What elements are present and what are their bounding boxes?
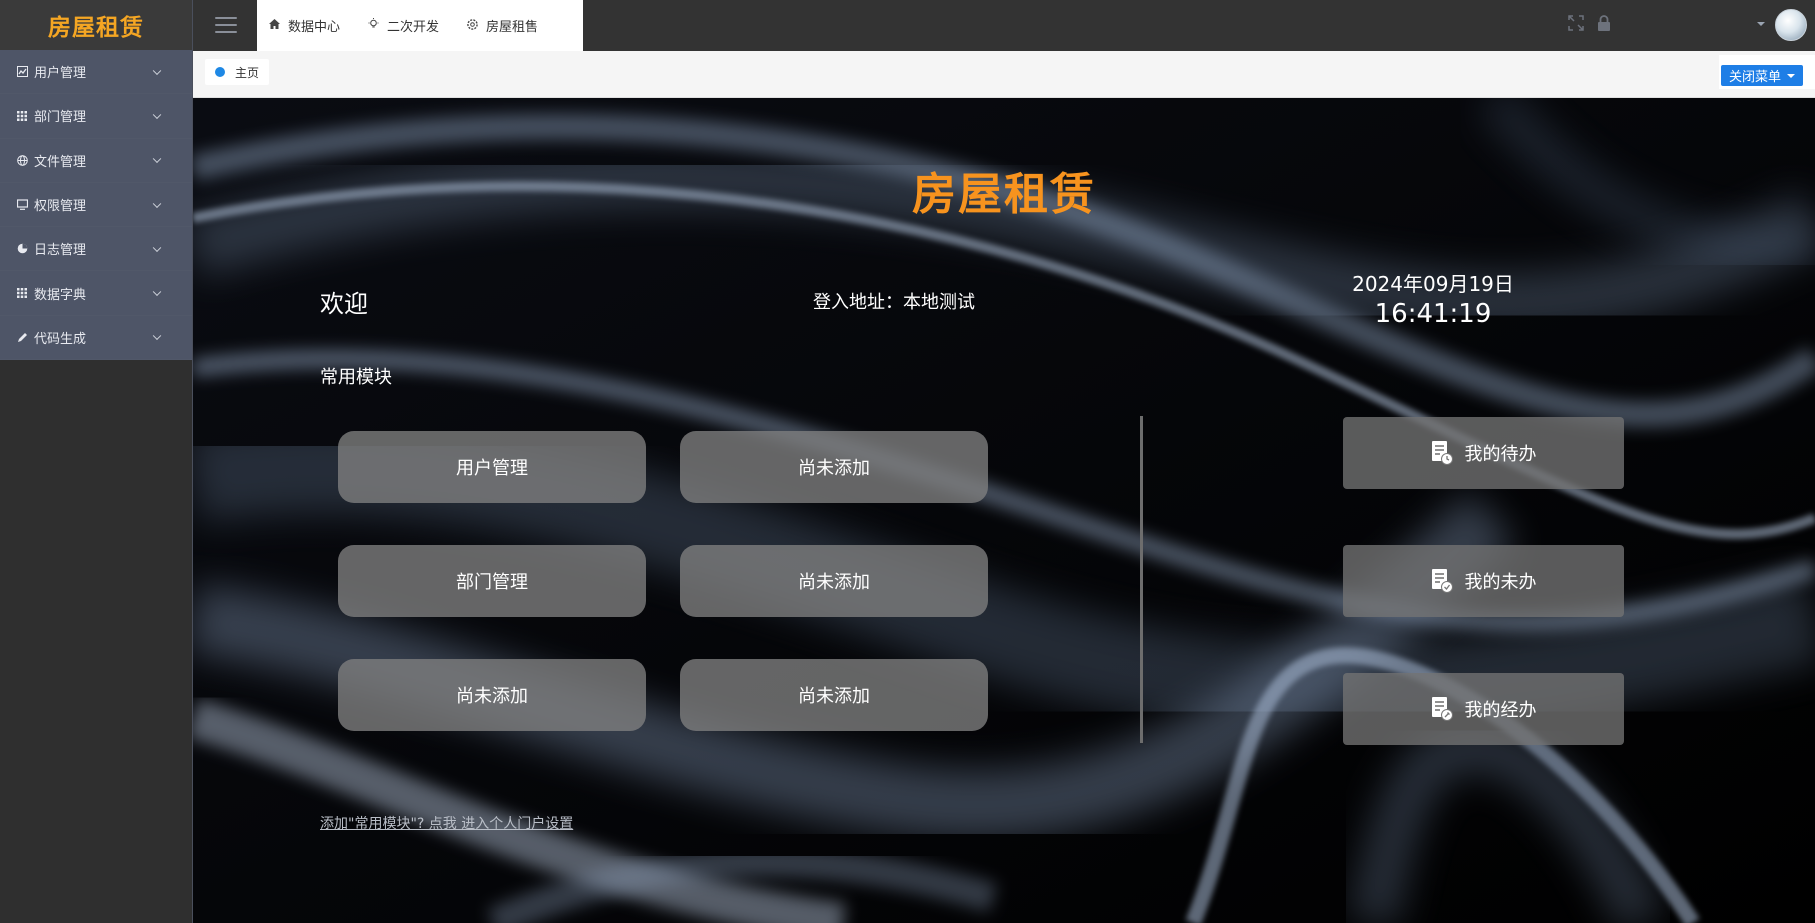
menu-toggle-icon[interactable] xyxy=(215,17,237,33)
sidebar-item-label: 部门管理 xyxy=(34,110,87,126)
pending-document-icon xyxy=(1431,568,1453,594)
close-menu-button[interactable]: 关闭菜单 xyxy=(1720,65,1803,86)
sidebar: 房屋租赁 用户管理 部门管理 文件管理 权限管理 日志管理 数据字典 代码生成 xyxy=(0,0,193,923)
module-button[interactable]: 用户管理 xyxy=(338,431,646,503)
close-menu-container: 关闭菜单 xyxy=(1719,55,1815,89)
sidebar-item-file-management[interactable]: 文件管理 xyxy=(0,139,192,183)
sidebar-menu: 用户管理 部门管理 文件管理 权限管理 日志管理 数据字典 代码生成 xyxy=(0,50,192,361)
breadcrumb-home-tab[interactable]: 主页 xyxy=(205,59,270,85)
top-bar: 数据中心 二次开发 房屋租售 xyxy=(193,0,1815,51)
chevron-down-icon xyxy=(152,199,162,208)
breadcrumb-bar: 主页 关闭菜单 xyxy=(193,51,1815,98)
pencil-icon xyxy=(16,331,28,343)
sidebar-item-log-management[interactable]: 日志管理 xyxy=(0,227,192,271)
current-time: 16:41:19 xyxy=(1374,299,1492,329)
date-time-display: 2024年09月19日 16:41:19 xyxy=(1333,268,1533,329)
grid-icon xyxy=(16,287,28,299)
handled-document-icon xyxy=(1431,696,1453,722)
chevron-down-icon xyxy=(152,331,162,341)
tab-housing-rental-sale[interactable]: 房屋租售 xyxy=(467,16,538,35)
app-logo: 房屋租赁 xyxy=(0,0,192,50)
sidebar-item-label: 文件管理 xyxy=(34,154,87,170)
sidebar-item-department-management[interactable]: 部门管理 xyxy=(0,94,192,138)
gear-icon xyxy=(467,18,478,33)
sidebar-item-permission-management[interactable]: 权限管理 xyxy=(0,183,192,227)
common-modules-label: 常用模块 xyxy=(320,367,392,388)
tab-data-center[interactable]: 数据中心 xyxy=(269,16,340,35)
vertical-divider xyxy=(1140,416,1143,743)
lock-icon[interactable] xyxy=(1595,14,1613,32)
main-content: 房屋租赁 欢迎 登入地址：本地测试 2024年09月19日 16:41:19 常… xyxy=(193,98,1815,923)
chevron-down-icon xyxy=(152,66,162,75)
avatar[interactable] xyxy=(1775,9,1807,41)
globe-icon xyxy=(16,154,28,166)
login-address: 登入地址：本地测试 xyxy=(813,292,975,313)
fullscreen-icon[interactable] xyxy=(1567,14,1585,32)
chevron-down-icon xyxy=(152,154,162,164)
current-date: 2024年09月19日 xyxy=(1352,272,1514,296)
page-title: 房屋租赁 xyxy=(912,169,1096,220)
portal-settings-link[interactable]: 添加"常用模块"? 点我 进入个人门户设置 xyxy=(320,813,573,833)
grid-icon xyxy=(16,110,28,122)
sidebar-item-label: 日志管理 xyxy=(34,243,87,259)
module-button[interactable]: 尚未添加 xyxy=(680,659,988,731)
module-button[interactable]: 尚未添加 xyxy=(680,545,988,617)
chevron-down-icon xyxy=(152,243,162,252)
sidebar-item-label: 用户管理 xyxy=(34,66,87,82)
sidebar-item-label: 数据字典 xyxy=(34,287,87,303)
my-handled-button[interactable]: 我的经办 xyxy=(1343,673,1624,745)
sidebar-item-label: 权限管理 xyxy=(34,199,87,215)
bulb-icon xyxy=(368,18,379,33)
chart-icon xyxy=(16,66,28,78)
top-tabs: 数据中心 二次开发 房屋租售 xyxy=(257,0,583,51)
my-todo-button[interactable]: 我的待办 xyxy=(1343,417,1624,489)
sidebar-item-data-dictionary[interactable]: 数据字典 xyxy=(0,271,192,315)
caret-down-icon xyxy=(1787,74,1795,78)
chevron-down-icon xyxy=(152,287,162,297)
module-button[interactable]: 部门管理 xyxy=(338,545,646,617)
sidebar-item-label: 代码生成 xyxy=(34,331,87,347)
module-button[interactable]: 尚未添加 xyxy=(680,431,988,503)
welcome-text: 欢迎 xyxy=(320,290,368,318)
chevron-down-icon xyxy=(152,110,162,119)
sidebar-item-code-generation[interactable]: 代码生成 xyxy=(0,316,192,360)
my-pending-button[interactable]: 我的未办 xyxy=(1343,545,1624,617)
sidebar-item-user-management[interactable]: 用户管理 xyxy=(0,50,192,94)
top-right-tools xyxy=(1567,14,1613,32)
monitor-icon xyxy=(16,199,28,211)
pie-icon xyxy=(16,243,28,255)
home-icon xyxy=(269,19,280,32)
module-button[interactable]: 尚未添加 xyxy=(338,659,646,731)
active-dot-icon xyxy=(215,67,225,77)
tab-secondary-development[interactable]: 二次开发 xyxy=(368,16,439,35)
dashboard-content: 房屋租赁 欢迎 登入地址：本地测试 2024年09月19日 16:41:19 常… xyxy=(193,98,1815,923)
todo-document-icon xyxy=(1431,440,1453,466)
user-dropdown-caret-icon[interactable] xyxy=(1757,22,1765,26)
